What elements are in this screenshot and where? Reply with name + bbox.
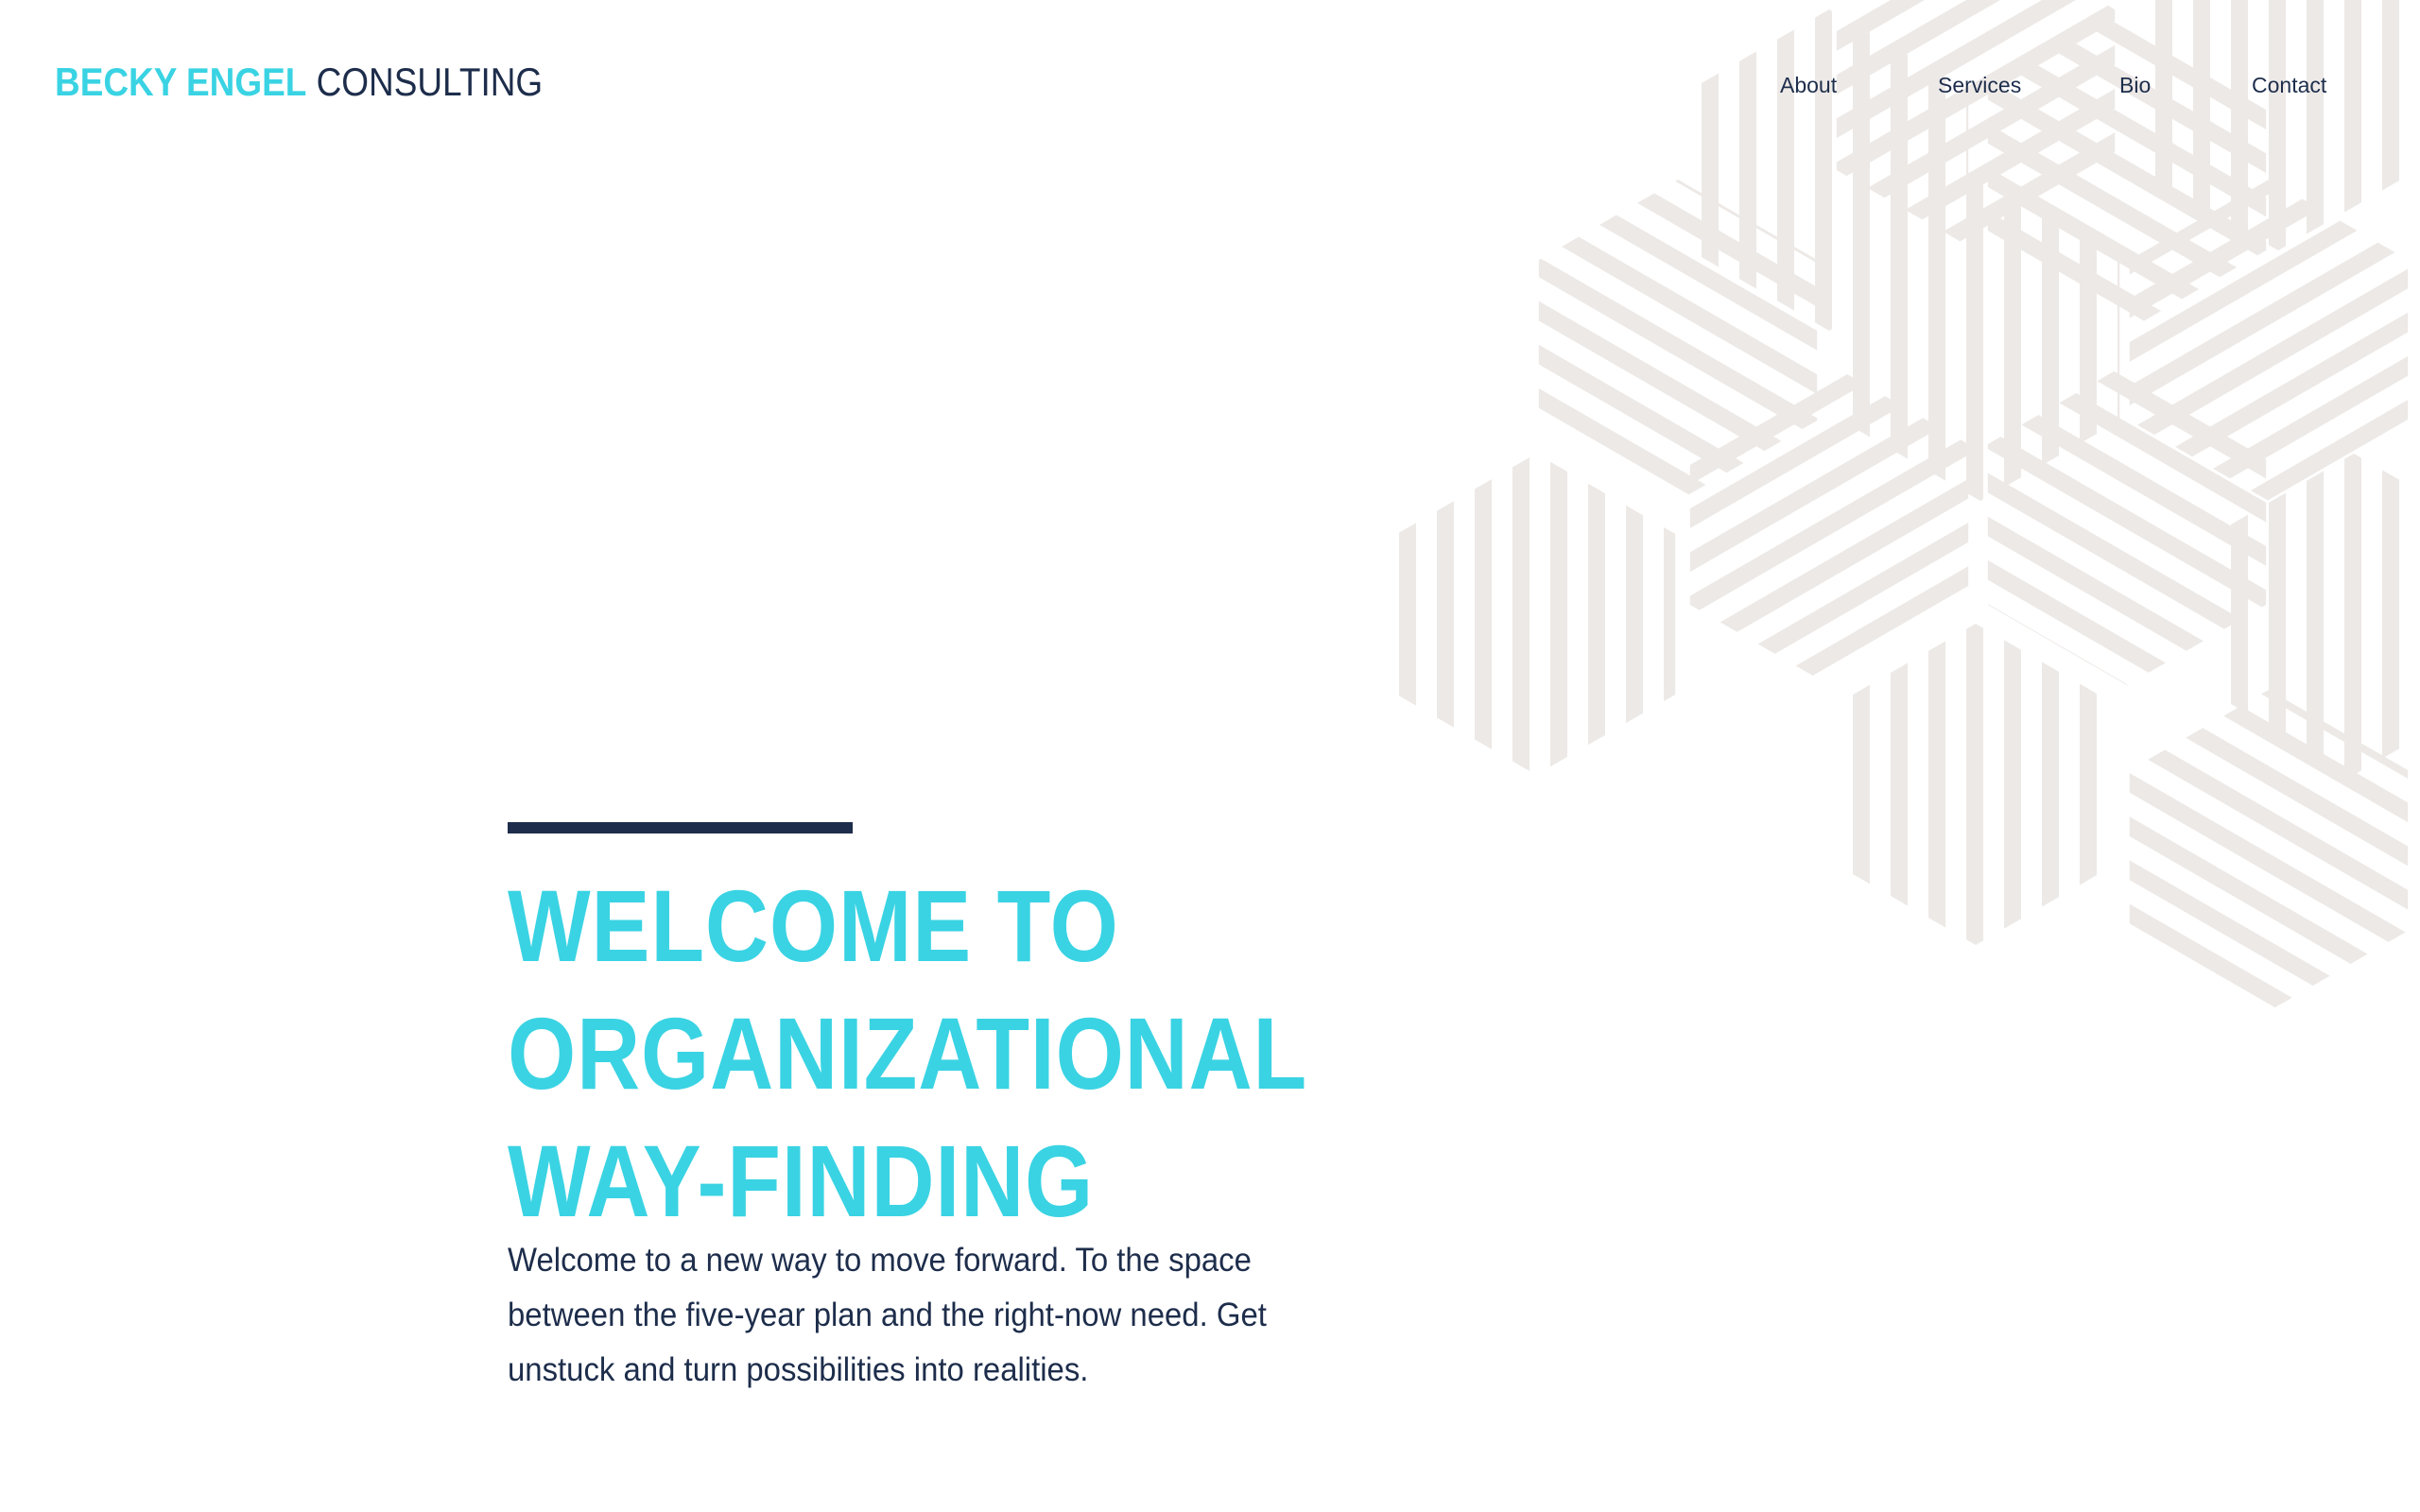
nav-item-bio[interactable]: Bio bbox=[2119, 68, 2151, 102]
hero-section: WELCOME TO ORGANIZATIONAL WAY-FINDING We… bbox=[508, 822, 1358, 1398]
site-logo[interactable]: BECKY ENGEL CONSULTING bbox=[55, 59, 543, 106]
accent-bar bbox=[508, 822, 853, 833]
hero-title-line: WAY-FINDING bbox=[508, 1124, 1095, 1238]
hero-description: Welcome to a new way to move forward. To… bbox=[508, 1242, 1267, 1388]
nav-item-services[interactable]: Services bbox=[1938, 68, 2021, 102]
hexagon-shape bbox=[1836, 624, 2116, 945]
site-header: BECKY ENGEL CONSULTING About Services Bi… bbox=[0, 0, 2420, 170]
logo-light-text: CONSULTING bbox=[316, 60, 544, 104]
nav-item-about[interactable]: About bbox=[1780, 68, 1837, 102]
hexagon-shape bbox=[1396, 454, 1676, 775]
hero-title-line: ORGANIZATIONAL bbox=[508, 996, 1308, 1110]
hero-title: WELCOME TO ORGANIZATIONAL WAY-FINDING bbox=[508, 862, 1321, 1245]
main-nav: About Services Bio Contact bbox=[1758, 68, 2420, 106]
hero-title-line: WELCOME TO bbox=[508, 868, 1119, 983]
logo-bold-text: BECKY ENGEL bbox=[55, 60, 307, 104]
nav-item-contact[interactable]: Contact bbox=[2252, 68, 2326, 102]
